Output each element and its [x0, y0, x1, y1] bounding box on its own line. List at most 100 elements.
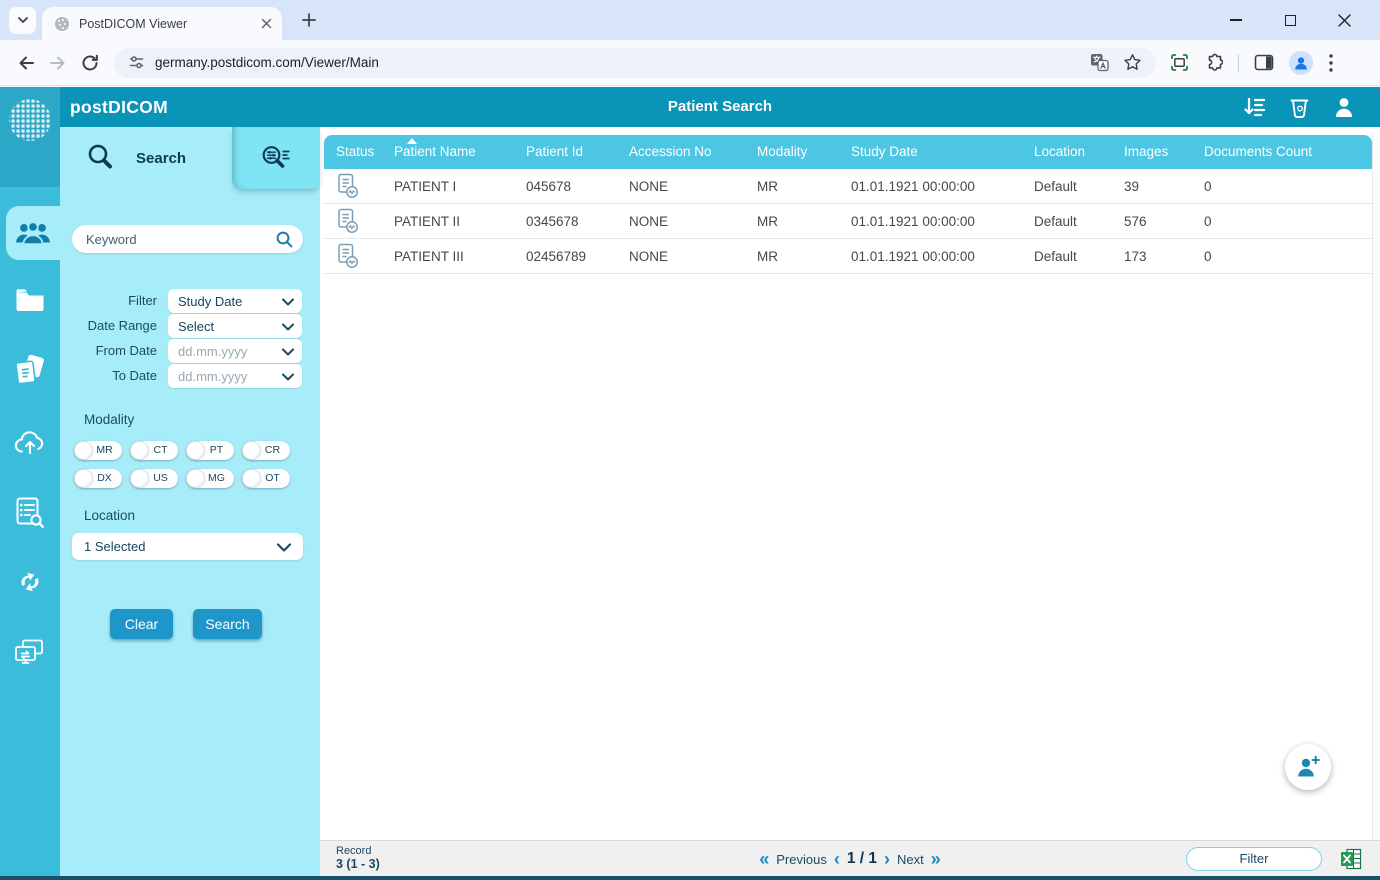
cell-location: Default [1034, 249, 1124, 264]
search-icon[interactable] [276, 231, 293, 248]
chevron-down-icon [282, 348, 294, 356]
pagination-prev-arrow[interactable]: ‹ [834, 850, 840, 868]
browser-tab[interactable]: PostDICOM Viewer [42, 7, 282, 40]
tab-close-icon[interactable] [261, 18, 272, 29]
pagination-first[interactable]: « [759, 850, 769, 868]
modality-toggle-ot[interactable]: OT [242, 469, 290, 488]
modality-toggle-ct[interactable]: CT [130, 441, 178, 460]
url-text: germany.postdicom.com/Viewer/Main [155, 55, 1090, 70]
address-bar[interactable]: germany.postdicom.com/Viewer/Main [114, 48, 1156, 78]
folder-icon [14, 287, 46, 313]
close-button[interactable] [1330, 6, 1358, 34]
bookmark-star-icon[interactable] [1123, 53, 1142, 72]
cell-images: 39 [1124, 179, 1204, 194]
clear-button[interactable]: Clear [110, 609, 173, 639]
keyword-field[interactable] [72, 225, 303, 253]
sidebar-item-share[interactable] [0, 626, 60, 680]
date-range-select[interactable]: Select [168, 314, 302, 338]
table-row[interactable]: PATIENT II 0345678 NONE MR 01.01.1921 00… [324, 204, 1372, 239]
cell-documents: 0 [1204, 249, 1372, 264]
table-scrollbar[interactable] [1372, 133, 1380, 840]
column-header-documents-count[interactable]: Documents Count [1204, 135, 1372, 169]
column-header-status[interactable]: Status [324, 135, 394, 169]
sort-queue-button[interactable] [1242, 95, 1266, 119]
pagination-next-arrow[interactable]: › [884, 850, 890, 868]
location-select[interactable]: 1 Selected [72, 533, 303, 560]
modality-toggle-pt[interactable]: PT [186, 441, 234, 460]
cell-modality: MR [757, 179, 851, 194]
pagination-previous[interactable]: Previous [776, 852, 827, 867]
plus-icon [302, 13, 316, 27]
column-header-patient-id[interactable]: Patient Id [526, 135, 629, 169]
toggle-knob [243, 470, 260, 487]
browser-tabstrip: PostDICOM Viewer [0, 0, 1380, 40]
reload-button[interactable] [74, 47, 106, 79]
search-button[interactable]: Search [193, 609, 262, 639]
profile-person-icon [1293, 55, 1309, 71]
tab-search[interactable]: Search [60, 127, 232, 189]
sidebar-item-folders[interactable] [0, 273, 60, 327]
extensions-icon[interactable] [1204, 53, 1223, 72]
worklist-search-icon [15, 496, 45, 528]
profile-avatar[interactable] [1289, 51, 1313, 75]
chevron-down-icon [277, 543, 291, 552]
from-date-select[interactable]: dd.mm.yyyy [168, 339, 302, 363]
to-date-select[interactable]: dd.mm.yyyy [168, 364, 302, 388]
translate-icon[interactable] [1090, 53, 1109, 72]
pagination-page-indicator: 1 / 1 [847, 850, 877, 868]
add-patient-button[interactable] [1285, 744, 1331, 790]
sidebar-item-upload[interactable] [0, 415, 60, 469]
toolbar-separator [1238, 54, 1239, 72]
browser-toolbar: germany.postdicom.com/Viewer/Main [0, 40, 1380, 86]
minimize-button[interactable] [1222, 6, 1250, 34]
column-header-accession-no[interactable]: Accession No [629, 135, 757, 169]
screen: PostDICOM Viewer [0, 0, 1380, 880]
modality-toggle-mr[interactable]: MR [74, 441, 122, 460]
close-icon [1338, 14, 1351, 27]
sidebar [0, 87, 60, 876]
maximize-button[interactable] [1276, 6, 1304, 34]
sidebar-item-worklist[interactable] [0, 485, 60, 539]
pagination-last[interactable]: » [931, 850, 941, 868]
page-title: Patient Search [60, 87, 1380, 127]
filter-button[interactable]: Filter [1186, 847, 1322, 871]
export-excel-button[interactable] [1340, 848, 1362, 870]
sidebar-item-patients[interactable] [6, 206, 60, 260]
cell-documents: 0 [1204, 214, 1372, 229]
modality-toggle-cr[interactable]: CR [242, 441, 290, 460]
recycle-bin-button[interactable] [1287, 95, 1311, 119]
browser-menu-icon[interactable] [1328, 53, 1334, 73]
column-header-modality[interactable]: Modality [757, 135, 851, 169]
postdicom-app: postDICOM Patient Search [0, 87, 1380, 880]
new-tab-button[interactable] [296, 7, 322, 33]
modality-toggle-mg[interactable]: MG [186, 469, 234, 488]
window-controls [1222, 0, 1380, 40]
cell-patient-id: 02456789 [526, 249, 629, 264]
account-button[interactable] [1332, 95, 1356, 119]
column-header-patient-name[interactable]: Patient Name [394, 135, 526, 169]
table-row[interactable]: PATIENT I 045678 NONE MR 01.01.1921 00:0… [324, 169, 1372, 204]
side-panel-icon[interactable] [1254, 54, 1274, 72]
column-header-images[interactable]: Images [1124, 135, 1204, 169]
modality-toggle-dx[interactable]: DX [74, 469, 122, 488]
app-logo[interactable] [0, 87, 60, 187]
column-header-location[interactable]: Location [1034, 135, 1124, 169]
sync-icon [14, 566, 46, 598]
sidebar-item-sync[interactable] [0, 555, 60, 609]
site-info-icon[interactable] [128, 54, 145, 71]
pagination-next[interactable]: Next [897, 852, 924, 867]
forward-button[interactable] [42, 47, 74, 79]
back-button[interactable] [10, 47, 42, 79]
tab-title: PostDICOM Viewer [79, 17, 261, 31]
sidebar-item-films[interactable] [0, 344, 60, 398]
table-row[interactable]: PATIENT III 02456789 NONE MR 01.01.1921 … [324, 239, 1372, 274]
tab-search-chevron-button[interactable] [9, 7, 36, 34]
screen-capture-icon[interactable] [1170, 53, 1189, 72]
tab-advanced-search[interactable] [232, 127, 320, 189]
modality-toggle-us[interactable]: US [130, 469, 178, 488]
search-panel: Search [60, 127, 320, 876]
filter-select[interactable]: Study Date [168, 289, 302, 313]
keyword-input[interactable] [86, 232, 276, 247]
column-header-study-date[interactable]: Study Date [851, 135, 1034, 169]
date-range-label: Date Range [60, 314, 157, 338]
